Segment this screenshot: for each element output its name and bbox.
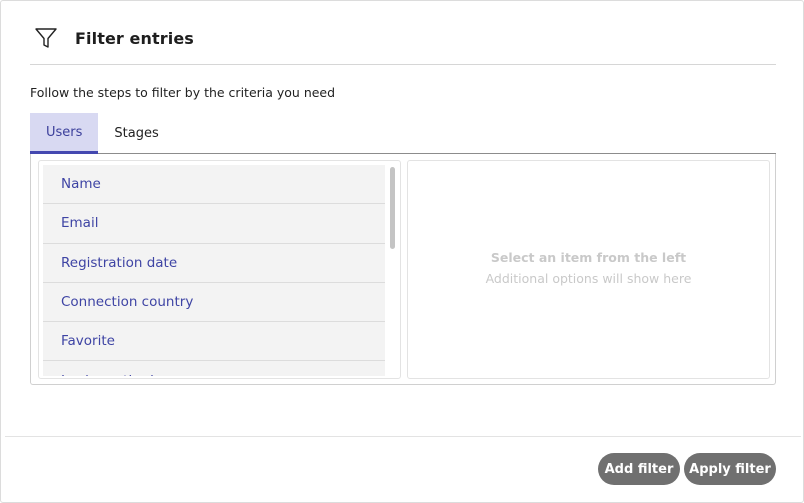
list-scrollbar[interactable]	[390, 167, 395, 249]
dialog-subtitle: Follow the steps to filter by the criter…	[30, 85, 336, 100]
list-item-email[interactable]: Email	[43, 204, 385, 244]
tab-bar: Users Stages	[30, 113, 776, 154]
tab-users[interactable]: Users	[30, 113, 99, 154]
filter-dialog: Filter entries Follow the steps to filte…	[0, 0, 804, 503]
tab-panel: Name Email Registration date Connection …	[30, 154, 776, 385]
add-filter-button[interactable]: Add filter	[598, 453, 680, 485]
footer-divider	[5, 436, 801, 437]
dialog-title: Filter entries	[75, 29, 194, 48]
criteria-list[interactable]: Name Email Registration date Connection …	[43, 165, 385, 376]
detail-placeholder-subtitle: Additional options will show here	[485, 271, 692, 286]
funnel-icon	[35, 28, 57, 48]
criteria-list-box: Name Email Registration date Connection …	[38, 160, 401, 379]
detail-placeholder-title: Select an item from the left	[490, 250, 687, 265]
apply-filter-button[interactable]: Apply filter	[684, 453, 776, 485]
list-item-login-method[interactable]: Login method	[43, 361, 385, 376]
detail-panel: Select an item from the left Additional …	[407, 160, 770, 379]
list-item-connection-country[interactable]: Connection country	[43, 282, 385, 323]
list-item-favorite[interactable]: Favorite	[43, 322, 385, 362]
list-item-registration-date[interactable]: Registration date	[43, 243, 385, 283]
tab-stages[interactable]: Stages	[98, 113, 174, 153]
list-item-name[interactable]: Name	[43, 165, 385, 205]
dialog-header: Filter entries	[30, 21, 776, 65]
